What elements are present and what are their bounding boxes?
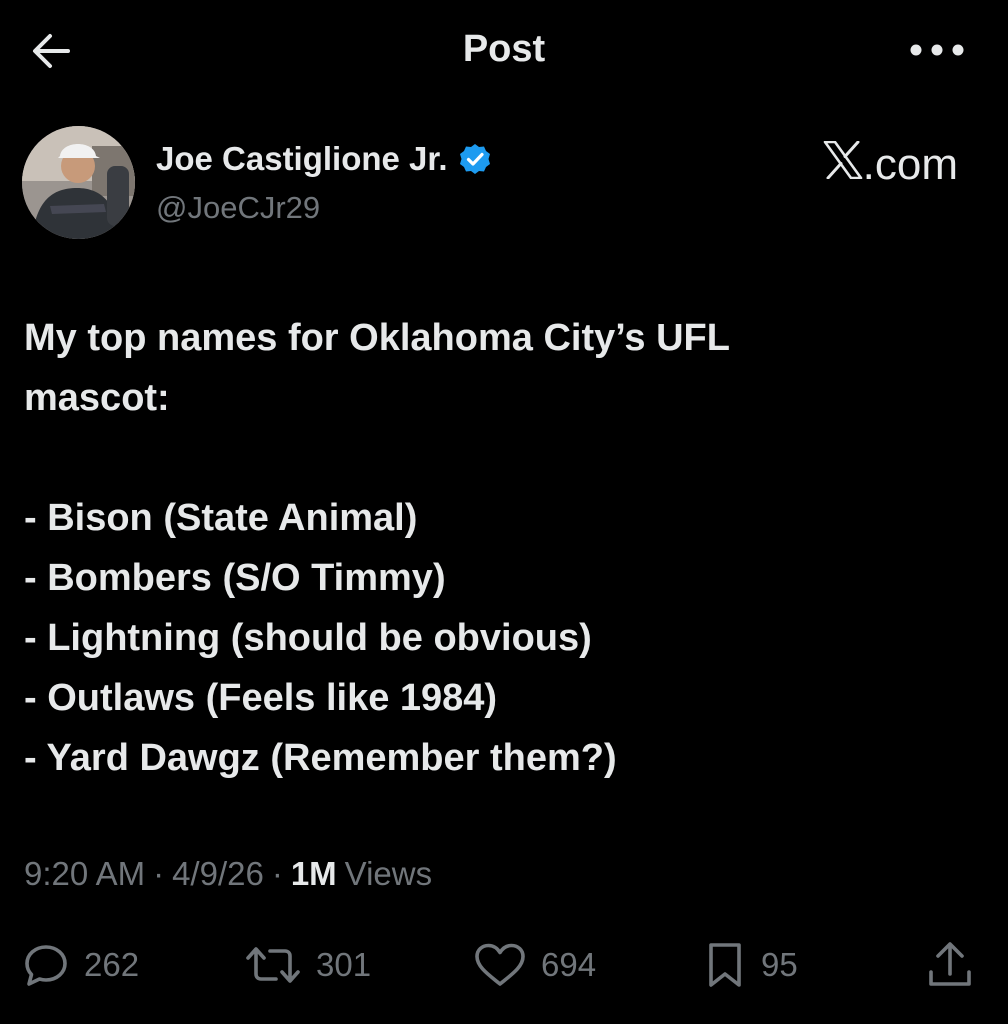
views-count[interactable]: 1M [291, 855, 337, 893]
repost-count: 301 [316, 946, 372, 983]
bookmark-icon [703, 941, 747, 989]
author-handle[interactable]: @JoeCJr29 [156, 190, 320, 226]
author-display-name[interactable]: Joe Castiglione Jr. [156, 140, 448, 178]
mascot-list: - Bison (State Animal) - Bombers (S/O Ti… [24, 488, 974, 788]
list-item: - Outlaws (Feels like 1984) [24, 677, 498, 719]
post-text-line: My top names for Oklahoma City’s UFL [24, 317, 730, 359]
list-item: - Yard Dawgz (Remember them?) [24, 737, 617, 779]
post-header: Joe Castiglione Jr. @JoeCJr29 .com [0, 124, 1008, 244]
reply-count: 262 [84, 946, 140, 983]
post-text: My top names for Oklahoma City’s UFL mas… [24, 308, 974, 788]
post-meta: 9:20 AM · 4/9/26 · 1M Views [24, 855, 432, 893]
like-count: 694 [541, 946, 597, 983]
avatar[interactable] [22, 126, 135, 239]
share-button[interactable] [926, 930, 974, 1000]
brand-domain: .com [862, 140, 958, 189]
reply-button[interactable]: 262 [22, 930, 139, 1000]
x-logo-icon [823, 141, 863, 179]
bookmark-button[interactable]: 95 [703, 930, 798, 1000]
top-bar: Post [0, 0, 1008, 104]
list-item: - Bombers (S/O Timmy) [24, 557, 446, 599]
heart-icon [473, 942, 527, 988]
action-bar: 262 301 694 95 [0, 930, 1008, 1000]
views-label: Views [344, 855, 433, 892]
reply-icon [22, 942, 70, 988]
like-button[interactable]: 694 [473, 930, 596, 1000]
brand-watermark: .com [823, 140, 958, 190]
list-item: - Bison (State Animal) [24, 497, 418, 539]
page-title: Post [462, 28, 546, 70]
meta-separator: · [153, 855, 165, 892]
post-time[interactable]: 9:20 AM [24, 855, 145, 893]
list-item: - Lightning (should be obvious) [24, 617, 592, 659]
more-button[interactable] [905, 30, 969, 70]
meta-separator: · [271, 855, 283, 892]
share-icon [926, 940, 974, 990]
post-text-line: mascot: [24, 377, 170, 419]
more-horizontal-icon [909, 43, 965, 57]
repost-icon [244, 944, 302, 986]
author-name-row: Joe Castiglione Jr. [156, 140, 492, 178]
bookmark-count: 95 [761, 946, 798, 983]
verified-badge-icon [458, 142, 492, 176]
post-date[interactable]: 4/9/26 [172, 855, 264, 893]
repost-button[interactable]: 301 [244, 930, 371, 1000]
